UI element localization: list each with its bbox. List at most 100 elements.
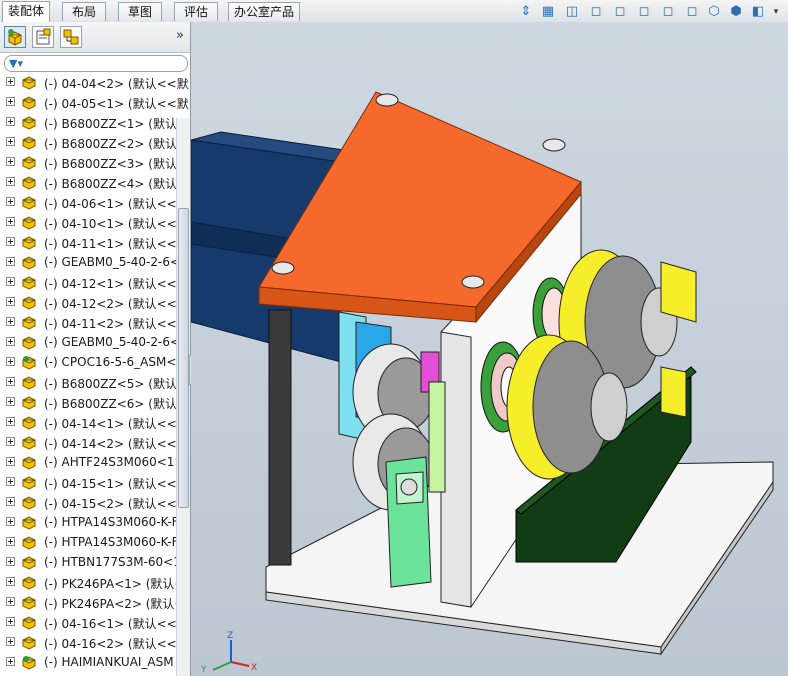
tree-row[interactable]: (-) 04-12<2> (默认<<默 [0, 292, 189, 312]
tree-row[interactable]: (-) AHTF24S3M060<1> [0, 452, 185, 472]
expand-icon[interactable] [6, 397, 15, 406]
collapse-panel-icon[interactable]: » [176, 28, 184, 43]
tree-row[interactable]: (-) B6800ZZ<3> (默认< [0, 152, 187, 172]
tree-row-label: (-) 04-04<2> (默认<<默 [44, 77, 189, 91]
tree-row[interactable]: (-) GEABM0_5-40-2-6< [0, 252, 180, 272]
tree-row[interactable]: (-) 04-14<2> (默认<<默 [0, 432, 189, 452]
section-view-icon[interactable]: ▦ [540, 4, 556, 20]
tree-row-label: (-) B6800ZZ<2> (默认< [44, 137, 188, 151]
expand-icon[interactable] [6, 597, 15, 606]
tree-row[interactable]: (-) 04-10<1> (默认<<默 [0, 212, 189, 232]
expand-icon[interactable] [6, 537, 15, 546]
expand-icon[interactable] [6, 417, 15, 426]
expand-icon[interactable] [6, 517, 15, 526]
tab-layout[interactable]: 布局 [62, 2, 106, 21]
expand-icon[interactable] [6, 297, 15, 306]
tree-row[interactable]: (-) HAIMIANKUAI_ASM [0, 652, 176, 672]
view-cube-icon[interactable]: ◻ [684, 4, 700, 20]
view-cube-icon[interactable]: ◻ [636, 4, 652, 20]
tree-row-label: (-) B6800ZZ<3> (默认< [44, 157, 188, 171]
tab-sketch[interactable]: 草图 [118, 2, 162, 21]
expand-icon[interactable] [6, 437, 15, 446]
tree-row[interactable]: (-) B6800ZZ<4> (默认< [0, 172, 187, 192]
tree-row-label: (-) 04-11<2> (默认<<默 [44, 317, 189, 331]
tree-row-label: (-) B6800ZZ<6> (默认< [44, 397, 188, 411]
tree-row-label: (-) GEABM0_5-40-2-6< [44, 255, 181, 269]
tab-assembly[interactable]: 装配体 [2, 1, 50, 22]
tree-filter-field[interactable]: ▼▾ [4, 55, 188, 72]
tree-row[interactable]: (-) 04-14<1> (默认<<默 [0, 412, 189, 432]
expand-icon[interactable] [6, 277, 15, 286]
expand-icon[interactable] [6, 497, 15, 506]
part-icon [22, 616, 36, 630]
tree-row[interactable]: (-) 04-15<2> (默认<<默 [0, 492, 189, 512]
tree-row[interactable]: (-) 04-06<1> (默认<<默 [0, 192, 189, 212]
expand-icon[interactable] [6, 197, 15, 206]
expand-icon[interactable] [6, 337, 15, 346]
part-icon [22, 236, 36, 250]
tree-row[interactable]: (-) 04-15<1> (默认<<默 [0, 472, 189, 492]
tree-row-label: (-) CPOC16-5-6_ASM< [44, 355, 177, 369]
tree-row-label: (-) 04-14<1> (默认<<默 [44, 417, 189, 431]
expand-icon[interactable] [6, 357, 15, 366]
dropdown-arrow-icon[interactable]: ▾ [768, 4, 784, 20]
tree-row[interactable]: (-) B6800ZZ<5> (默认< [0, 372, 187, 392]
display-style-icon[interactable]: ⬢ [728, 4, 744, 20]
tree-row[interactable]: (-) 04-16<1> (默认<<默 [0, 612, 189, 632]
expand-icon[interactable] [6, 657, 15, 666]
expand-icon[interactable] [6, 77, 15, 86]
tree-row-label: (-) 04-11<1> (默认<<默 [44, 237, 189, 251]
tree-row[interactable]: (-) HTPA14S3M060-K-F [0, 512, 179, 532]
tab-evaluate[interactable]: 评估 [174, 2, 218, 21]
configuration-manager-tab[interactable] [60, 26, 82, 48]
tree-row[interactable]: (-) 04-11<1> (默认<<默 [0, 232, 189, 252]
view-orientation-icon[interactable]: ◫ [564, 4, 580, 20]
tab-office-products[interactable]: 办公室产品 [228, 2, 300, 21]
tree-row[interactable]: (-) CPOC16-5-6_ASM< [0, 352, 176, 372]
tree-row-label: (-) PK246PA<1> (默认< [44, 577, 185, 591]
view-cube-icon[interactable]: ◻ [660, 4, 676, 20]
view-cube-icon[interactable]: ◻ [612, 4, 628, 20]
tree-row[interactable]: (-) B6800ZZ<1> (默认< [0, 112, 187, 132]
display-style-icon[interactable]: ⬡ [706, 4, 722, 20]
expand-icon[interactable] [6, 637, 15, 646]
tree-row[interactable]: (-) PK246PA<1> (默认< [0, 572, 185, 592]
tree-row[interactable]: (-) HTPA14S3M060-K-F [0, 532, 179, 552]
expand-icon[interactable] [6, 557, 15, 566]
feature-manager-tab[interactable] [4, 26, 26, 48]
expand-icon[interactable] [6, 477, 15, 486]
tree-row[interactable]: (-) 04-04<2> (默认<<默 [0, 72, 189, 92]
tree-row[interactable]: (-) 04-05<1> (默认<<默 [0, 92, 189, 112]
expand-icon[interactable] [6, 217, 15, 226]
graphics-area[interactable]: Z Y X [191, 22, 788, 676]
tree-row[interactable]: (-) HTBN177S3M-60<1 [0, 552, 181, 572]
part-icon [22, 536, 36, 550]
measure-icon[interactable]: ⇕ [518, 4, 534, 20]
tree-row[interactable]: (-) 04-12<1> (默认<<默 [0, 272, 189, 292]
expand-icon[interactable] [6, 157, 15, 166]
tree-row[interactable]: (-) PK246PA<2> (默认< [0, 592, 185, 612]
expand-icon[interactable] [6, 237, 15, 246]
expand-icon[interactable] [6, 377, 15, 386]
tree-scrollbar[interactable] [176, 118, 190, 676]
expand-icon[interactable] [6, 137, 15, 146]
tree-row[interactable]: (-) 04-16<2> (默认<<默 [0, 632, 189, 652]
property-manager-tab[interactable] [32, 26, 54, 48]
expand-icon[interactable] [6, 257, 15, 266]
expand-icon[interactable] [6, 617, 15, 626]
hide-show-icon[interactable]: ◧ [750, 4, 766, 20]
assembly-icon [22, 356, 36, 370]
tree-row[interactable]: (-) B6800ZZ<6> (默认< [0, 392, 187, 412]
expand-icon[interactable] [6, 317, 15, 326]
expand-icon[interactable] [6, 117, 15, 126]
tree-row[interactable]: (-) 04-11<2> (默认<<默 [0, 312, 189, 332]
tree-row-label: (-) 04-05<1> (默认<<默 [44, 97, 189, 111]
view-cube-icon[interactable]: ◻ [588, 4, 604, 20]
expand-icon[interactable] [6, 577, 15, 586]
scrollbar-thumb[interactable] [178, 208, 189, 508]
expand-icon[interactable] [6, 97, 15, 106]
tree-row[interactable]: (-) B6800ZZ<2> (默认< [0, 132, 187, 152]
tree-row[interactable]: (-) GEABM0_5-40-2-6< [0, 332, 180, 352]
expand-icon[interactable] [6, 177, 15, 186]
expand-icon[interactable] [6, 457, 15, 466]
